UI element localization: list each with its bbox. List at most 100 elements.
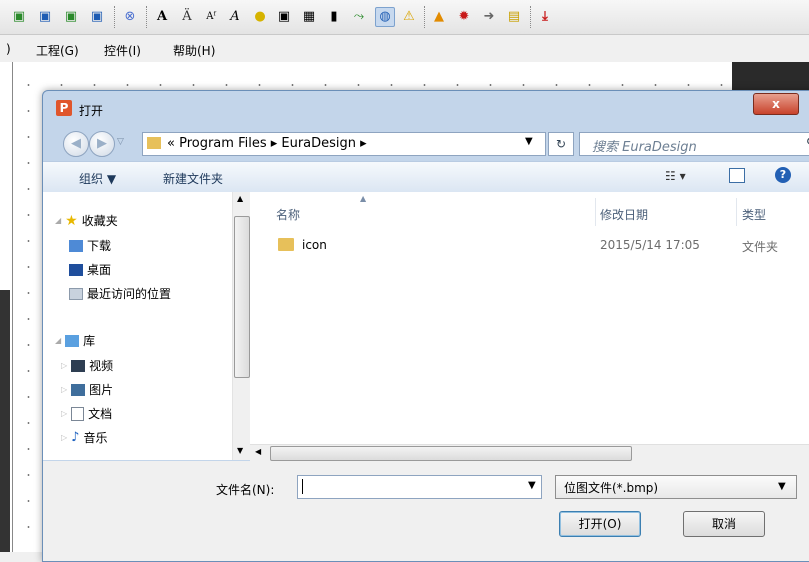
download-icon[interactable]: ⤓	[536, 8, 554, 26]
menu-item-truncated[interactable]: )	[6, 42, 11, 56]
nav-library[interactable]: ◢ 库	[55, 332, 95, 349]
menu-item-project[interactable]: 工程(G)	[36, 42, 79, 59]
nav-recent[interactable]: 最近访问的位置	[69, 285, 171, 302]
grid-icon[interactable]: ▦	[300, 8, 318, 26]
dialog-footer: 文件名(N): ▼ 位图文件(*.bmp) ▼ 打开(O) 取消	[43, 461, 809, 561]
help-icon[interactable]: ?	[775, 167, 791, 183]
file-modified: 2015/5/14 17:05	[600, 238, 700, 252]
command-bar: 组织 ▼ 新建文件夹 ☷ ▾ ?	[43, 161, 809, 193]
export-icon[interactable]: ➜	[480, 8, 498, 26]
text-italic-icon[interactable]: A	[226, 8, 244, 26]
sort-indicator-icon: ▲	[360, 194, 367, 203]
nav-downloads[interactable]: 下载	[69, 237, 111, 254]
nav-pictures-label: 图片	[89, 383, 114, 397]
scroll-left-icon[interactable]: ◀	[255, 447, 261, 456]
column-divider[interactable]	[736, 198, 737, 226]
nav-videos[interactable]: ▷ 视频	[61, 357, 113, 374]
column-modified[interactable]: 修改日期	[600, 206, 648, 223]
music-icon: ♪	[71, 430, 80, 445]
menu-item-help[interactable]: 帮助(H)	[173, 42, 215, 59]
file-list: ▲ 名称 修改日期 类型 icon 2015/5/14 17:05 文件夹	[250, 192, 809, 460]
text-outline-icon[interactable]: Ä	[178, 8, 196, 26]
expand-icon[interactable]: ◢	[55, 216, 61, 225]
lock-icon[interactable]: ▤	[505, 8, 523, 26]
nav-music[interactable]: ▷ ♪ 音乐	[61, 429, 107, 446]
alarm-icon[interactable]: ▲	[430, 8, 448, 26]
nav-pictures[interactable]: ▷ 图片	[61, 381, 113, 398]
palette-icon[interactable]: ◍	[375, 7, 395, 27]
scroll-down-icon[interactable]: ▼	[237, 446, 243, 455]
downloads-icon	[69, 239, 83, 252]
menu-item-controls[interactable]: 控件(I)	[104, 42, 141, 59]
collapse-arrow-icon[interactable]: ▷	[61, 433, 67, 442]
forward-button[interactable]: ▶	[89, 131, 115, 157]
file-type: 文件夹	[742, 240, 779, 254]
text-icon[interactable]: A	[153, 8, 171, 26]
cancel-button[interactable]: 取消	[683, 511, 765, 537]
scroll-thumb[interactable]	[234, 216, 250, 378]
close-button[interactable]: x	[753, 93, 799, 115]
preview-pane-icon[interactable]	[729, 168, 745, 183]
toolbar-separator	[530, 6, 532, 28]
layer-icon[interactable]: ▣	[36, 8, 54, 26]
file-row[interactable]: icon 2015/5/14 17:05 文件夹	[274, 235, 809, 255]
star-icon: ★	[65, 212, 78, 229]
gear-icon[interactable]: ✹	[455, 8, 473, 26]
search-box[interactable]: 搜索 EuraDesign ⚲	[579, 132, 809, 156]
collapse-arrow-icon[interactable]: ▷	[61, 385, 67, 394]
collapse-arrow-icon[interactable]: ▷	[61, 409, 67, 418]
column-name[interactable]: 名称	[276, 206, 300, 223]
scroll-thumb[interactable]	[270, 446, 632, 461]
layer-icon[interactable]: ▣	[62, 8, 80, 26]
nav-library-label: 库	[83, 334, 96, 348]
bulb-icon[interactable]: ●	[251, 8, 269, 26]
layer-icon[interactable]: ▣	[88, 8, 106, 26]
back-button[interactable]: ◀	[63, 131, 89, 157]
new-folder-button[interactable]: 新建文件夹	[163, 170, 223, 187]
filetype-value[interactable]: 位图文件(*.bmp)	[564, 479, 658, 496]
recent-pages-dropdown-icon[interactable]: ▽	[117, 137, 124, 147]
frame-icon[interactable]: ▣	[275, 8, 293, 26]
nav-favorites[interactable]: ◢ ★ 收藏夹	[55, 212, 118, 229]
chevron-down-icon[interactable]: ▼	[528, 480, 536, 491]
text-small-icon[interactable]: Aᶠ	[202, 8, 220, 26]
refresh-button[interactable]: ↻	[548, 132, 574, 156]
tube-icon[interactable]: ▮	[325, 8, 343, 26]
chevron-down-icon[interactable]: ▼	[525, 136, 533, 147]
nav-videos-label: 视频	[89, 359, 114, 373]
search-input[interactable]: 搜索 EuraDesign	[592, 136, 697, 155]
column-divider[interactable]	[595, 198, 596, 226]
nav-documents[interactable]: ▷ 文档	[61, 405, 112, 422]
video-icon	[71, 359, 86, 372]
layer-icon[interactable]: ▣	[10, 8, 28, 26]
file-list-hscrollbar[interactable]: ◀ ▶	[250, 444, 809, 461]
nav-recent-label: 最近访问的位置	[87, 287, 172, 301]
side-bar	[0, 290, 10, 552]
scroll-up-icon[interactable]: ▲	[237, 194, 243, 203]
dialog-title: 打开	[79, 104, 104, 118]
nav-scrollbar[interactable]: ▲ ▼	[232, 192, 250, 460]
open-button[interactable]: 打开(O)	[559, 511, 641, 537]
organize-button[interactable]: 组织 ▼	[79, 170, 116, 187]
column-type[interactable]: 类型	[742, 206, 766, 223]
expand-icon[interactable]: ◢	[55, 336, 61, 345]
nav-music-label: 音乐	[83, 431, 108, 445]
file-name: icon	[302, 238, 327, 252]
filename-label: 文件名(N):	[216, 483, 275, 497]
collapse-arrow-icon[interactable]: ▷	[61, 361, 67, 370]
target-icon[interactable]: ⊗	[121, 8, 139, 26]
filetype-select[interactable]: 位图文件(*.bmp) ▼	[555, 475, 797, 499]
nav-desktop[interactable]: 桌面	[69, 261, 111, 278]
text-caret	[302, 479, 303, 494]
chart-icon[interactable]: ⤳	[350, 8, 368, 26]
chevron-down-icon[interactable]: ▼	[778, 481, 786, 492]
view-options-icon[interactable]: ☷ ▾	[665, 169, 686, 183]
filename-input[interactable]: ▼	[297, 475, 542, 499]
dialog-titlebar[interactable]: P 打开 x	[43, 91, 809, 121]
nav-documents-label: 文档	[88, 407, 113, 421]
address-path[interactable]: « Program Files ▸ EuraDesign ▸	[167, 136, 367, 151]
nav-downloads-label: 下载	[87, 239, 112, 253]
desktop-icon	[69, 263, 83, 276]
warning-icon[interactable]: ⚠	[400, 8, 418, 26]
address-bar[interactable]: « Program Files ▸ EuraDesign ▸ ▼	[142, 132, 546, 156]
